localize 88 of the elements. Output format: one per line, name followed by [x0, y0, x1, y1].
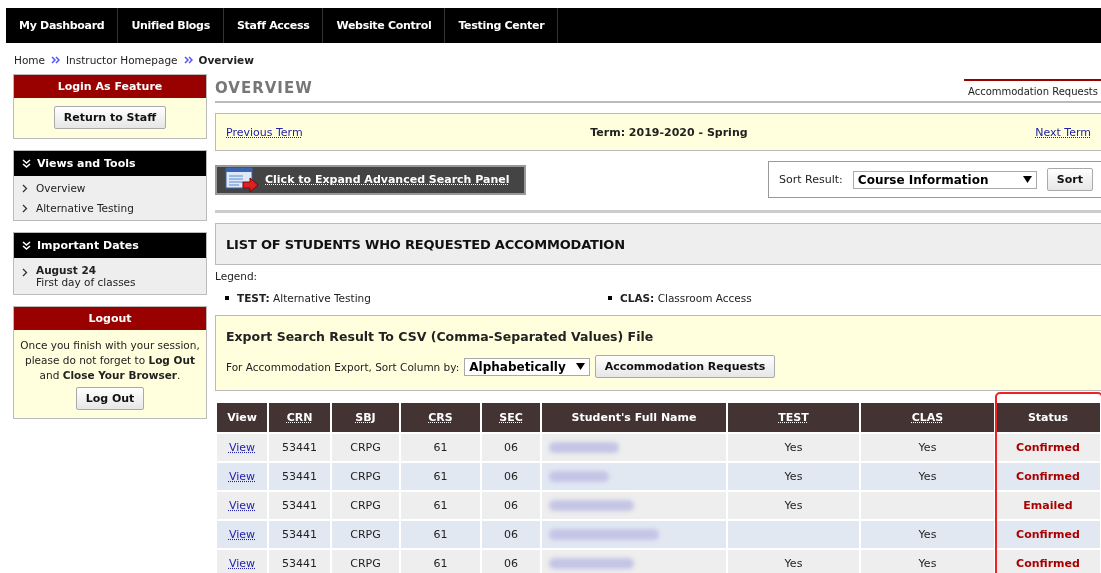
- column-header[interactable]: SEC: [481, 403, 541, 433]
- status-text: Emailed: [1023, 499, 1073, 512]
- panel-header: Views and Tools: [37, 157, 136, 170]
- table-cell: Yes: [784, 557, 803, 570]
- chevron-right-icon: [22, 268, 28, 277]
- sort-button[interactable]: Sort: [1046, 168, 1093, 191]
- table-cell: Yes: [784, 441, 803, 454]
- table-cell: 61: [433, 557, 448, 570]
- double-chevron-icon: [51, 56, 60, 64]
- caret-icon: [575, 363, 585, 370]
- nav-tab[interactable]: My Dashboard: [6, 8, 119, 43]
- breadcrumb-current: Overview: [198, 54, 254, 66]
- status-text: Confirmed: [1016, 441, 1080, 454]
- sidebar-link[interactable]: Alternative Testing: [36, 202, 134, 214]
- caret-icon: [1022, 176, 1032, 183]
- previous-term-link[interactable]: Previous Term: [226, 125, 303, 139]
- export-sort-dropdown[interactable]: Alphabetically: [464, 357, 590, 376]
- column-header[interactable]: CRN: [268, 403, 331, 433]
- redacted-name: [549, 442, 619, 453]
- table-cell: Yes: [784, 470, 803, 483]
- sort-label: Sort Result:: [779, 173, 843, 186]
- table-cell: CRPG: [350, 528, 381, 541]
- table-cell: 61: [433, 528, 448, 541]
- table-cell: 06: [504, 499, 518, 512]
- double-chevron-icon: [22, 158, 31, 169]
- table-cell: 61: [433, 441, 448, 454]
- table-cell: 61: [433, 470, 448, 483]
- advanced-search-button[interactable]: Click to Expand Advanced Search Panel: [215, 164, 526, 195]
- column-header[interactable]: CLAS: [860, 403, 995, 433]
- table-cell: CRPG: [350, 499, 381, 512]
- legend-label: Legend:: [215, 269, 259, 282]
- section-title: LIST OF STUDENTS WHO REQUESTED ACCOMMODATION: [215, 223, 1101, 265]
- legend-item: CLAS: Classroom Access: [620, 292, 752, 304]
- double-chevron-icon: [22, 240, 31, 251]
- redacted-name: [549, 471, 609, 482]
- table-cell: 06: [504, 470, 518, 483]
- column-header[interactable]: SBJ: [331, 403, 400, 433]
- column-header[interactable]: CRS: [400, 403, 481, 433]
- export-sort-label: For Accommodation Export, Sort Column by:: [226, 360, 460, 373]
- table-cell: Yes: [918, 441, 937, 454]
- table-cell: 06: [504, 557, 518, 570]
- date-description: First day of classes: [36, 276, 136, 288]
- table-cell: 53441: [282, 441, 317, 454]
- sidebar-link[interactable]: Overview: [36, 182, 86, 194]
- table-cell: 53441: [282, 557, 317, 570]
- tab[interactable]: Accommodation Requests: [963, 79, 1101, 101]
- panel-header: Login As Feature: [14, 75, 206, 98]
- nav-tab[interactable]: Testing Center: [445, 8, 559, 43]
- nav-tab[interactable]: Unified Blogs: [118, 8, 224, 43]
- next-term-link[interactable]: Next Term: [1035, 125, 1091, 139]
- status-text: Confirmed: [1016, 470, 1080, 483]
- table-cell: Yes: [918, 528, 937, 541]
- table-cell: CRPG: [350, 557, 381, 570]
- page-title: OVERVIEW: [215, 79, 313, 99]
- column-header: Status: [995, 403, 1101, 433]
- table-cell: CRPG: [350, 470, 381, 483]
- column-header[interactable]: TEST: [727, 403, 860, 433]
- column-header: View: [216, 403, 268, 433]
- column-header: Student's Full Name: [541, 403, 727, 433]
- legend-item: TEST: Alternative Testing: [237, 292, 371, 304]
- table-cell: 06: [504, 441, 518, 454]
- nav-tab[interactable]: Website Control: [323, 8, 446, 43]
- table-cell: CRPG: [350, 441, 381, 454]
- panel-header: Important Dates: [37, 239, 139, 252]
- breadcrumb-link[interactable]: Home: [14, 54, 45, 66]
- table-cell: 53441: [282, 499, 317, 512]
- window-arrow-icon: [225, 166, 259, 193]
- export-title: Export Search Result To CSV (Comma-Separated Values) File: [226, 329, 655, 344]
- double-chevron-icon: [183, 56, 193, 64]
- logout-message: Once you finish with your session, please do not forget to Log Out and Close Your Browser.: [19, 338, 201, 383]
- table-cell: Yes: [918, 557, 937, 570]
- term-label: Term: 2019-2020 - Spring: [590, 125, 748, 139]
- return-to-staff-button[interactable]: Return to Staff: [53, 106, 167, 129]
- table-cell: 53441: [282, 528, 317, 541]
- log-out-button[interactable]: Log Out: [75, 387, 145, 410]
- status-text: Confirmed: [1016, 528, 1080, 541]
- table-cell: 06: [504, 528, 518, 541]
- sort-dropdown[interactable]: Course Information: [852, 170, 1037, 189]
- breadcrumb-link[interactable]: Instructor Homepage: [66, 54, 178, 66]
- table-cell: 53441: [282, 470, 317, 483]
- table-cell: 61: [433, 499, 448, 512]
- table-cell: Yes: [784, 499, 803, 512]
- nav-tab[interactable]: Staff Access: [223, 8, 324, 43]
- export-button[interactable]: Accommodation Requests: [594, 355, 776, 378]
- panel-header: Logout: [14, 307, 206, 330]
- status-text: Confirmed: [1016, 557, 1080, 570]
- table-cell: Yes: [918, 470, 937, 483]
- date-label: August 24: [36, 264, 98, 276]
